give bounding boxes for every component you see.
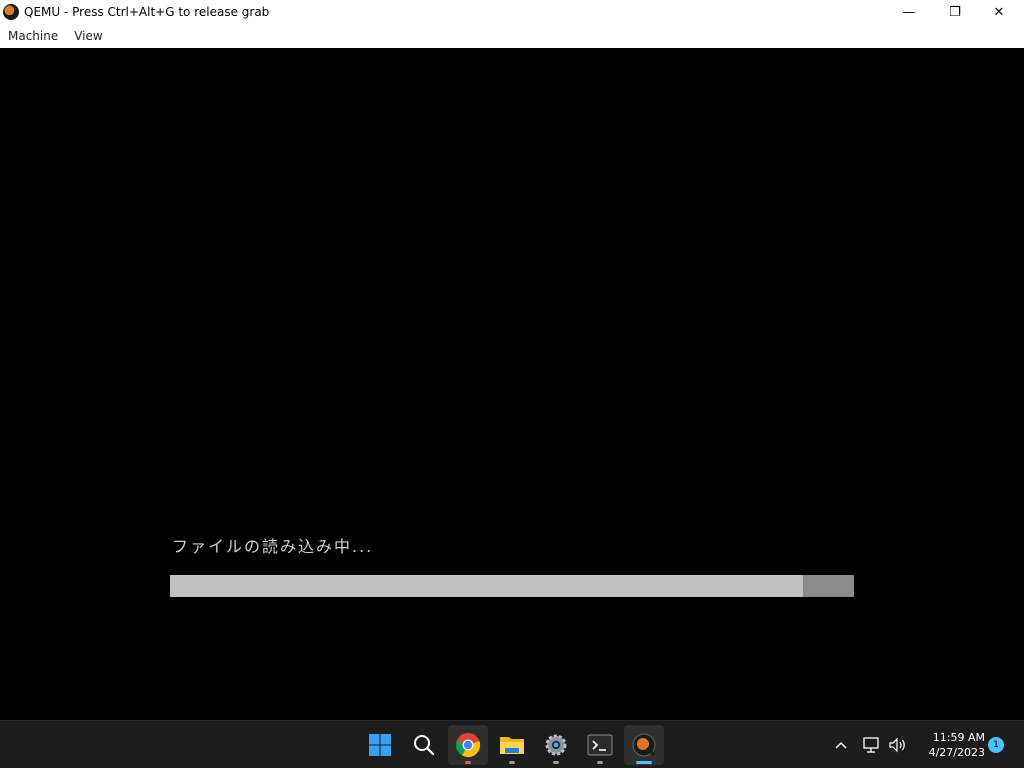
qemu-icon: [632, 733, 656, 757]
close-icon: ✕: [993, 4, 1005, 20]
minimize-icon: —: [902, 4, 916, 20]
taskbar-file-explorer[interactable]: [492, 725, 532, 765]
running-indicator: [597, 761, 603, 764]
minimize-button[interactable]: —: [886, 0, 932, 24]
running-indicator: [509, 761, 515, 764]
menu-machine[interactable]: Machine: [0, 24, 66, 48]
loading-status-text: ファイルの読み込み中...: [172, 537, 374, 556]
qemu-app-icon: [3, 4, 19, 20]
search-icon: [414, 735, 435, 756]
clock-time: 11:59 AM: [932, 731, 985, 744]
taskbar-settings[interactable]: [536, 725, 576, 765]
start-button[interactable]: [360, 725, 400, 765]
qemu-window: QEMU - Press Ctrl+Alt+G to release grab …: [0, 0, 1024, 720]
taskbar-qemu[interactable]: [624, 725, 664, 765]
clock-button[interactable]: 11:59 AM 4/27/2023: [915, 730, 985, 760]
running-indicator: [465, 761, 471, 764]
clock-date: 4/27/2023: [928, 746, 985, 759]
title-bar[interactable]: QEMU - Press Ctrl+Alt+G to release grab …: [0, 0, 1024, 24]
maximize-icon: ❐: [949, 4, 961, 20]
taskbar-chrome[interactable]: [448, 725, 488, 765]
progress-bar: [170, 575, 854, 597]
close-button[interactable]: ✕: [976, 0, 1022, 24]
volume-tray-button[interactable]: [886, 733, 910, 757]
terminal-icon: [587, 734, 613, 756]
menu-bar: Machine View: [0, 24, 1024, 48]
search-button[interactable]: [404, 725, 444, 765]
network-tray-button[interactable]: [860, 733, 884, 757]
start-icon: [369, 734, 391, 756]
show-hidden-icons-button[interactable]: [829, 733, 853, 757]
chrome-icon: [455, 733, 481, 758]
volume-icon: [889, 737, 905, 753]
taskbar: 11:59 AM 4/27/2023 1: [0, 720, 1024, 768]
maximize-button[interactable]: ❐: [932, 0, 978, 24]
network-icon: [863, 737, 879, 753]
running-indicator: [553, 761, 559, 764]
vm-display[interactable]: ファイルの読み込み中...: [0, 48, 1024, 720]
chevron-up-icon: [835, 741, 847, 749]
window-title: QEMU - Press Ctrl+Alt+G to release grab: [24, 5, 270, 19]
notification-badge[interactable]: 1: [988, 737, 1004, 753]
taskbar-terminal[interactable]: [580, 725, 620, 765]
active-indicator: [636, 761, 652, 764]
progress-bar-fill: [170, 575, 803, 597]
settings-icon: [545, 734, 567, 756]
menu-view[interactable]: View: [66, 24, 110, 48]
file-explorer-icon: [500, 737, 524, 754]
